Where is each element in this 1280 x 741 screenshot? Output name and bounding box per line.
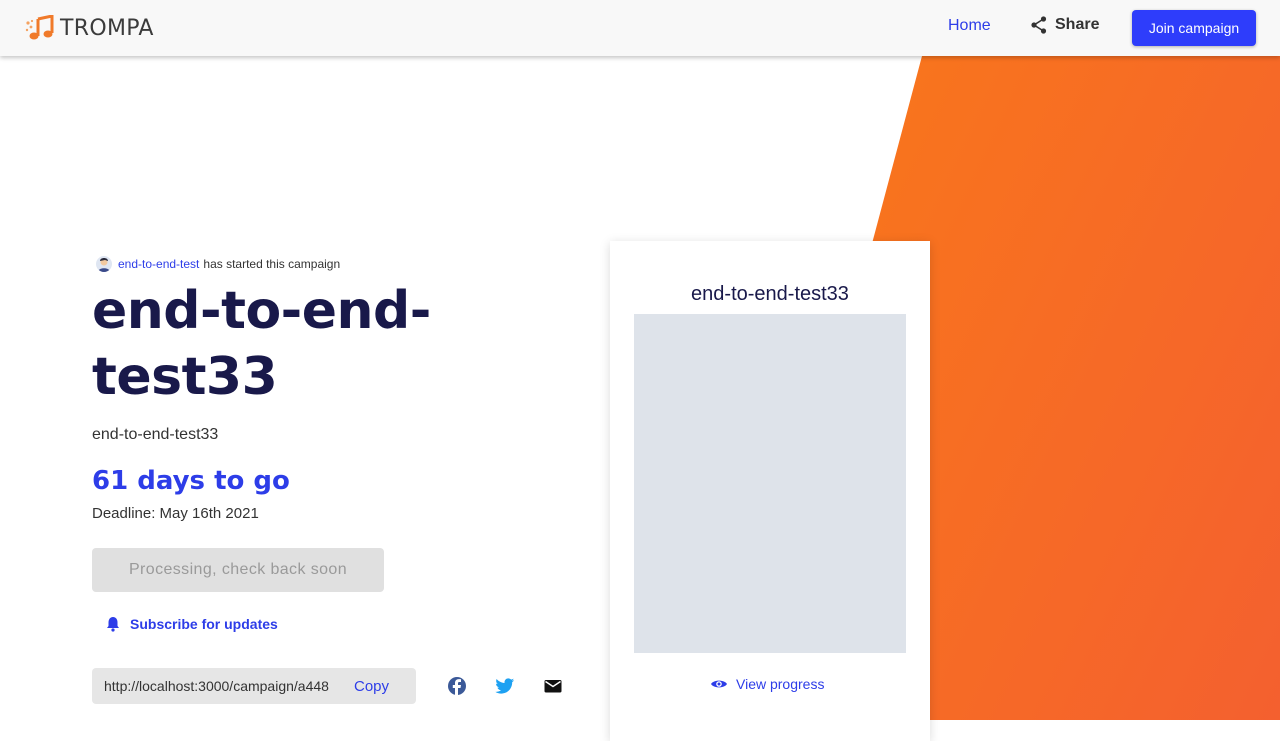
starter-profile-link[interactable]: end-to-end-test (118, 257, 199, 271)
brand-name: TROMPA (60, 15, 154, 41)
facebook-icon[interactable] (447, 676, 467, 696)
campaign-progress-card: end-to-end-test33 View progress (610, 241, 930, 741)
score-preview-placeholder (634, 314, 906, 653)
processing-button[interactable]: Processing, check back soon (92, 548, 384, 592)
view-progress-label: View progress (736, 676, 825, 692)
view-progress-button[interactable]: View progress (710, 676, 824, 692)
campaign-title: end-to-end-test33 (92, 281, 431, 407)
bell-icon (107, 617, 119, 632)
card-title: end-to-end-test33 (691, 283, 849, 305)
starter-avatar (96, 256, 112, 272)
share-url-box: http://localhost:3000/campaign/a448 Copy (92, 668, 416, 704)
twitter-icon[interactable] (495, 676, 515, 696)
top-navbar: TROMPA Home Share Join campaign (0, 0, 1280, 56)
eye-icon (711, 680, 727, 688)
subscribe-button[interactable]: Subscribe for updates (106, 616, 278, 632)
nav-home-link[interactable]: Home (948, 17, 991, 35)
days-remaining: 61 days to go (92, 466, 290, 496)
music-note-logo-icon (25, 15, 54, 40)
subscribe-label: Subscribe for updates (130, 616, 278, 632)
campaign-deadline: Deadline: May 16th 2021 (92, 505, 259, 522)
campaign-starter: end-to-end-test has started this campaig… (96, 256, 340, 272)
campaign-description: end-to-end-test33 (92, 426, 219, 443)
brand-logo[interactable]: TROMPA (24, 14, 154, 42)
share-button[interactable]: Share (1031, 16, 1099, 34)
starter-text: has started this campaign (203, 257, 341, 271)
join-campaign-button[interactable]: Join campaign (1132, 10, 1256, 46)
copy-url-button[interactable]: Copy (354, 678, 389, 695)
share-url-field[interactable]: http://localhost:3000/campaign/a448 (104, 678, 342, 694)
share-label: Share (1055, 16, 1100, 33)
email-icon[interactable] (543, 676, 563, 696)
share-icon (1031, 16, 1047, 34)
